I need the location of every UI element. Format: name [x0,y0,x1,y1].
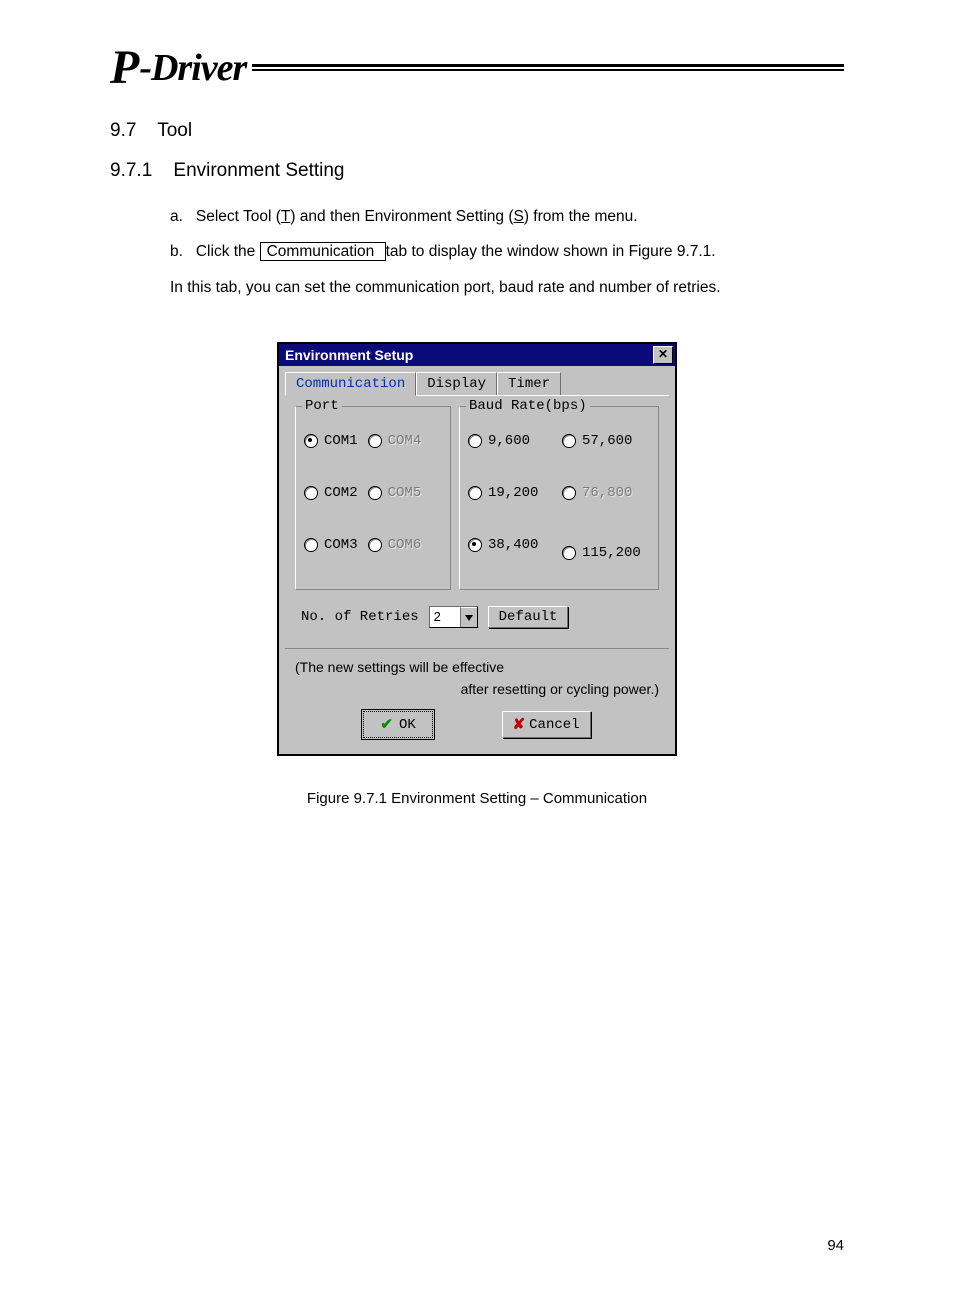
baud-group: Baud Rate(bps) 9,600 57,600 19,200 [459,406,659,590]
header-rule [252,64,844,71]
radio-icon [304,486,318,500]
retries-label: No. of Retries [301,609,419,625]
radio-baud-19200[interactable]: 19,200 [468,485,556,501]
section-heading: 9.7 Tool [110,120,844,142]
close-button[interactable]: ✕ [653,346,673,364]
environment-setup-dialog: Environment Setup ✕ Communication Displa… [277,342,677,756]
radio-baud-38400[interactable]: 38,400 [468,537,556,553]
x-icon: ✘ [513,715,526,734]
radio-baud-9600[interactable]: 9,600 [468,433,556,449]
radio-icon [368,538,382,552]
radio-icon [304,434,318,448]
default-button[interactable]: Default [488,606,569,628]
port-legend: Port [302,398,342,414]
radio-icon [304,538,318,552]
chevron-down-icon [460,607,477,627]
titlebar: Environment Setup ✕ [279,344,675,366]
radio-com3[interactable]: COM3 [304,537,358,553]
dialog-buttons: ✔ OK ✘ Cancel [279,701,675,754]
document-header: P -Driver [110,40,844,95]
radio-com6[interactable]: COM6 [368,537,422,553]
tab-timer[interactable]: Timer [497,372,561,395]
body-text: a. Select Tool (T) and then Environment … [170,202,844,302]
retries-row: No. of Retries 2 Default [285,590,669,632]
cancel-button[interactable]: ✘ Cancel [502,711,591,738]
step-a: a. Select Tool (T) and then Environment … [170,202,844,231]
retries-value: 2 [430,607,460,627]
close-icon: ✕ [658,347,668,361]
subsection-number: 9.7.1 [110,160,152,181]
tab-strip: Communication Display Timer [279,366,675,395]
tab-display[interactable]: Display [416,372,497,395]
effective-note: (The new settings will be effective afte… [285,648,669,701]
radio-com1[interactable]: COM1 [304,433,358,449]
radio-baud-115200[interactable]: 115,200 [562,537,650,569]
radio-icon [368,434,382,448]
dialog-title: Environment Setup [285,347,413,363]
figure-caption: Figure 9.7.1 Environment Setting – Commu… [277,790,677,807]
subsection-title: Environment Setting [173,160,344,181]
step-b-note: In this tab, you can set the communicati… [170,273,844,302]
logo-text: -Driver [139,46,246,90]
radio-icon [562,486,576,500]
tab-communication[interactable]: Communication [285,372,416,396]
tab-panel-communication: Port COM1 COM2 [285,395,669,638]
section-number: 9.7 [110,120,136,141]
radio-com5[interactable]: COM5 [368,485,422,501]
communication-tab-label: Communication [260,242,386,261]
radio-icon [562,434,576,448]
ok-button[interactable]: ✔ OK [363,711,432,738]
radio-com2[interactable]: COM2 [304,485,358,501]
subsection-heading: 9.7.1 Environment Setting [110,160,844,182]
radio-icon [562,546,576,560]
baud-legend: Baud Rate(bps) [466,398,590,414]
section-title: Tool [157,120,192,141]
retries-select[interactable]: 2 [429,606,478,628]
page-number: 94 [110,1237,844,1254]
radio-icon [468,538,482,552]
radio-baud-76800[interactable]: 76,800 [562,485,650,501]
radio-baud-57600[interactable]: 57,600 [562,433,650,449]
radio-icon [368,486,382,500]
radio-icon [468,486,482,500]
logo-p: P [110,40,137,95]
check-icon: ✔ [380,715,393,734]
port-group: Port COM1 COM2 [295,406,451,590]
step-b: b. Click the Communication tab to displa… [170,237,844,266]
radio-com4[interactable]: COM4 [368,433,422,449]
radio-icon [468,434,482,448]
